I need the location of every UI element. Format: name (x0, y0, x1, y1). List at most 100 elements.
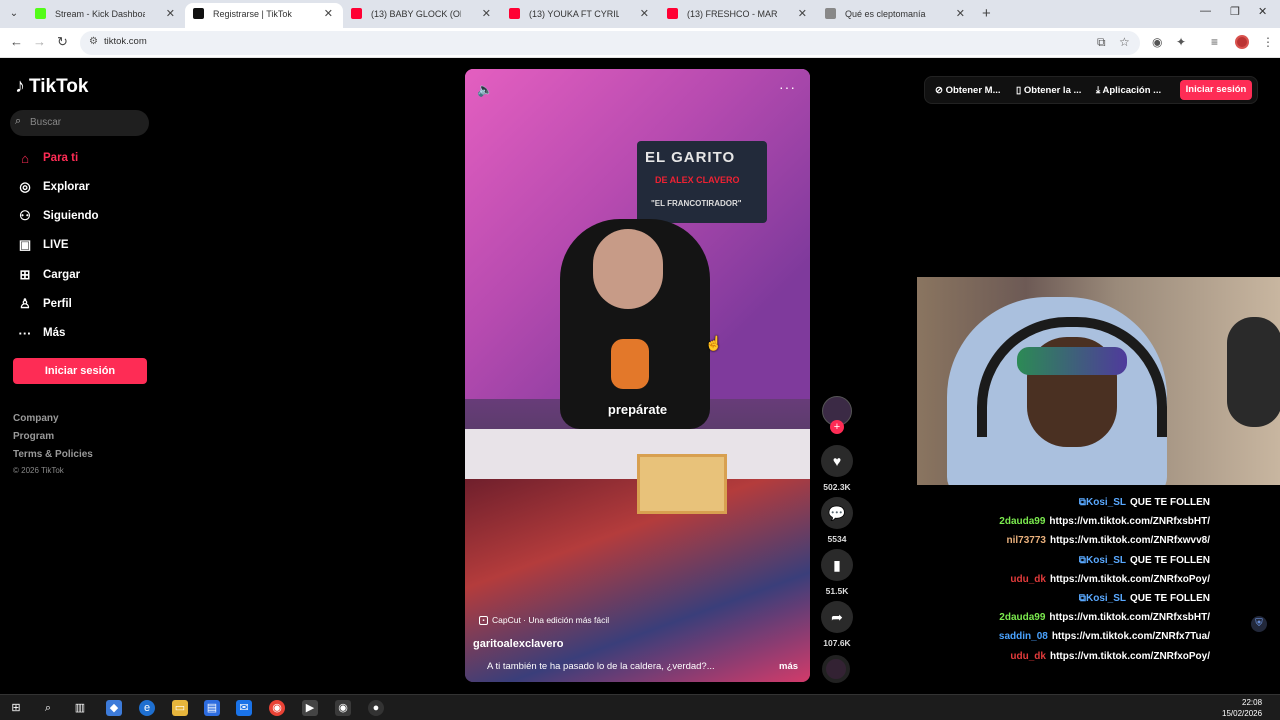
like-heart-icon[interactable]: ♥ (821, 445, 853, 477)
tab-close-icon[interactable]: ✕ (798, 3, 807, 25)
share-arrow-icon[interactable]: ➦ (821, 601, 853, 633)
extension-icon[interactable]: ◉ (1152, 35, 1162, 49)
chat-text: https://vm.tiktok.com/ZNRfxoPoy/ (1049, 650, 1210, 662)
new-tab-button[interactable]: + (982, 5, 991, 22)
footer-link-company[interactable]: Company (13, 413, 59, 424)
chrome-icon[interactable]: ◉ (269, 700, 285, 716)
chat-username-text: udu_dk (1010, 650, 1046, 662)
desktop-app-link[interactable]: ⤓ Aplicación ... (1096, 85, 1161, 96)
taskbar-search-icon[interactable]: ⌕ (40, 700, 56, 716)
video-author[interactable]: garitoalexclavero (473, 638, 564, 650)
install-app-icon[interactable]: ⧉ (1097, 35, 1106, 50)
chat-text: https://vm.tiktok.com/ZNRfxwvv8/ (1049, 535, 1210, 547)
chat-username-text: nil73773 (1006, 535, 1046, 547)
browser-tab[interactable]: (13) FRESHCO - MARABU (VÍDE ✕ (659, 3, 817, 28)
tab-favicon-icon (509, 8, 520, 19)
sidebar-item-compass[interactable]: ◎ Explorar (16, 177, 89, 197)
tab-label: Registrarse | TikTok (213, 9, 292, 19)
file-explorer-icon[interactable]: ▭ (172, 700, 188, 716)
sidebar-item-home[interactable]: ⌂ Para ti (16, 148, 78, 168)
start-button-icon[interactable]: ⊞ (8, 700, 24, 716)
video-player[interactable]: EL GARITO DE ALEX CLAVERO "EL FRANCOTIRA… (465, 69, 810, 682)
browser-tab[interactable]: (13) YOUKA FT CYRIL KAMER - ✕ (501, 3, 659, 28)
store-icon[interactable]: ▤ (204, 700, 220, 716)
capcut-icon: ▪ (479, 615, 488, 625)
chat-username: ⧉Kosi_SL (1079, 593, 1126, 604)
bookmark-icon[interactable]: ▮ (821, 549, 853, 581)
sidebar-login-button[interactable]: Iniciar sesión (13, 358, 147, 384)
tab-close-icon[interactable]: ✕ (324, 3, 333, 25)
media-control-icon[interactable]: ≡ (1211, 35, 1218, 49)
volume-icon[interactable]: 🔈 (477, 82, 493, 98)
comment-icon[interactable]: 💬 (821, 497, 853, 529)
site-info-icon[interactable]: ⚙ (89, 36, 103, 50)
chat-username: 2dauda99 (999, 516, 1045, 527)
tab-close-icon[interactable]: ✕ (640, 3, 649, 25)
get-coins-link[interactable]: ⊘ Obtener M... (935, 85, 1001, 96)
back-icon[interactable]: ← (10, 34, 23, 49)
live-icon: ▣ (18, 237, 32, 252)
profile-avatar[interactable] (1235, 35, 1249, 49)
description-more-link[interactable]: más (779, 661, 798, 672)
tab-label: (13) YOUKA FT CYRIL KAMER - (529, 9, 619, 19)
browser-tab[interactable]: Qué es cleptomanía ✕ (817, 3, 975, 28)
video-more-icon[interactable]: ··· (779, 79, 796, 95)
restore-button[interactable]: ❐ (1230, 5, 1240, 18)
close-window-button[interactable]: ✕ (1258, 5, 1267, 18)
copilot-icon[interactable]: ◆ (106, 700, 122, 716)
tab-close-icon[interactable]: ✕ (956, 3, 965, 25)
sidebar-item-upload[interactable]: ⊞ Cargar (16, 265, 81, 285)
chat-message: udu_dk https://vm.tiktok.com/ZNRfxoPoy/ (1010, 651, 1210, 662)
footer-link-program[interactable]: Program (13, 431, 54, 442)
chat-text: QUE TE FOLLEN (1130, 554, 1210, 566)
forward-icon[interactable]: → (33, 34, 46, 49)
windows-taskbar: ⊞ ⌕ ▥ ◆ e ▭ ▤ ✉ ◉ ▶ ◉ ● 22:08 15/02/2026 (0, 694, 1280, 720)
tab-close-icon[interactable]: ✕ (482, 3, 491, 25)
chat-username: nil73773 (1006, 535, 1045, 546)
reload-icon[interactable]: ↻ (57, 34, 68, 50)
sidebar-item-live[interactable]: ▣ LIVE (16, 235, 69, 255)
get-coins-label: Obtener M... (945, 85, 1001, 96)
browser-tab[interactable]: (13) BABY GLOCK (OFFICIAL VID ✕ (343, 3, 501, 28)
edge-icon[interactable]: e (139, 700, 155, 716)
sidebar-item-following[interactable]: ⚇ Siguiendo (16, 206, 98, 226)
chat-text: QUE TE FOLLEN (1130, 497, 1210, 508)
tiktok-logo[interactable]: ♪ TikTok (15, 75, 88, 98)
follow-plus-icon[interactable]: + (830, 420, 844, 434)
chat-text: QUE TE FOLLEN (1130, 593, 1210, 604)
tiktok-wordmark: TikTok (29, 75, 89, 97)
sidebar-item-label: Perfil (43, 298, 72, 310)
upload-icon: ⊞ (19, 267, 31, 282)
chat-badge-icon: ⧉ (1078, 593, 1086, 604)
tab-close-icon[interactable]: ✕ (166, 3, 175, 25)
chrome-active-icon[interactable]: ◉ (335, 700, 351, 716)
capcut-credit[interactable]: ▪ CapCut · Una edición más fácil (479, 615, 609, 625)
extensions-puzzle-icon[interactable]: ✦ (1176, 35, 1186, 49)
address-bar[interactable]: ⚙ tiktok.com (80, 31, 1140, 55)
sidebar-item-more[interactable]: ··· Más (16, 323, 66, 343)
task-view-icon[interactable]: ▥ (72, 700, 88, 716)
browser-tab[interactable]: Stream - Kick Dashboard ✕ (27, 3, 185, 28)
browser-menu-icon[interactable]: ⋮ (1262, 35, 1274, 49)
get-app-link[interactable]: ▯ Obtener la ... (1016, 85, 1081, 96)
mail-icon[interactable]: ✉ (236, 700, 252, 716)
browser-tab-strip: ⌄ Stream - Kick Dashboard✕Registrarse | … (0, 0, 1280, 28)
chat-message: ⧉Kosi_SL QUE TE FOLLEN (1079, 497, 1210, 508)
tab-search-button[interactable]: ⌄ (6, 6, 22, 22)
minimize-button[interactable]: — (1200, 5, 1211, 17)
search-input[interactable]: ⌕ Buscar (10, 110, 149, 136)
obs-icon[interactable]: ● (368, 700, 384, 716)
header-login-button[interactable]: Iniciar sesión (1180, 80, 1252, 100)
taskbar-clock[interactable]: 22:08 15/02/2026 (1222, 697, 1262, 719)
share-count: 107.6K (823, 638, 851, 648)
sidebar-item-profile[interactable]: ♙ Perfil (16, 294, 72, 314)
footer-link-terms[interactable]: Terms & Policies (13, 449, 93, 460)
music-disc-icon[interactable] (822, 655, 850, 683)
obs-app-icon[interactable]: ▶ (302, 700, 318, 716)
search-icon: ⌕ (15, 115, 22, 127)
sign-subtitle: DE ALEX CLAVERO (655, 175, 740, 185)
browser-tab[interactable]: Registrarse | TikTok ✕ (185, 3, 343, 28)
chat-message: udu_dk https://vm.tiktok.com/ZNRfxoPoy/ (1010, 574, 1210, 585)
bookmark-star-icon[interactable]: ☆ (1119, 35, 1130, 49)
shield-icon[interactable]: ⛨ (1251, 616, 1267, 632)
